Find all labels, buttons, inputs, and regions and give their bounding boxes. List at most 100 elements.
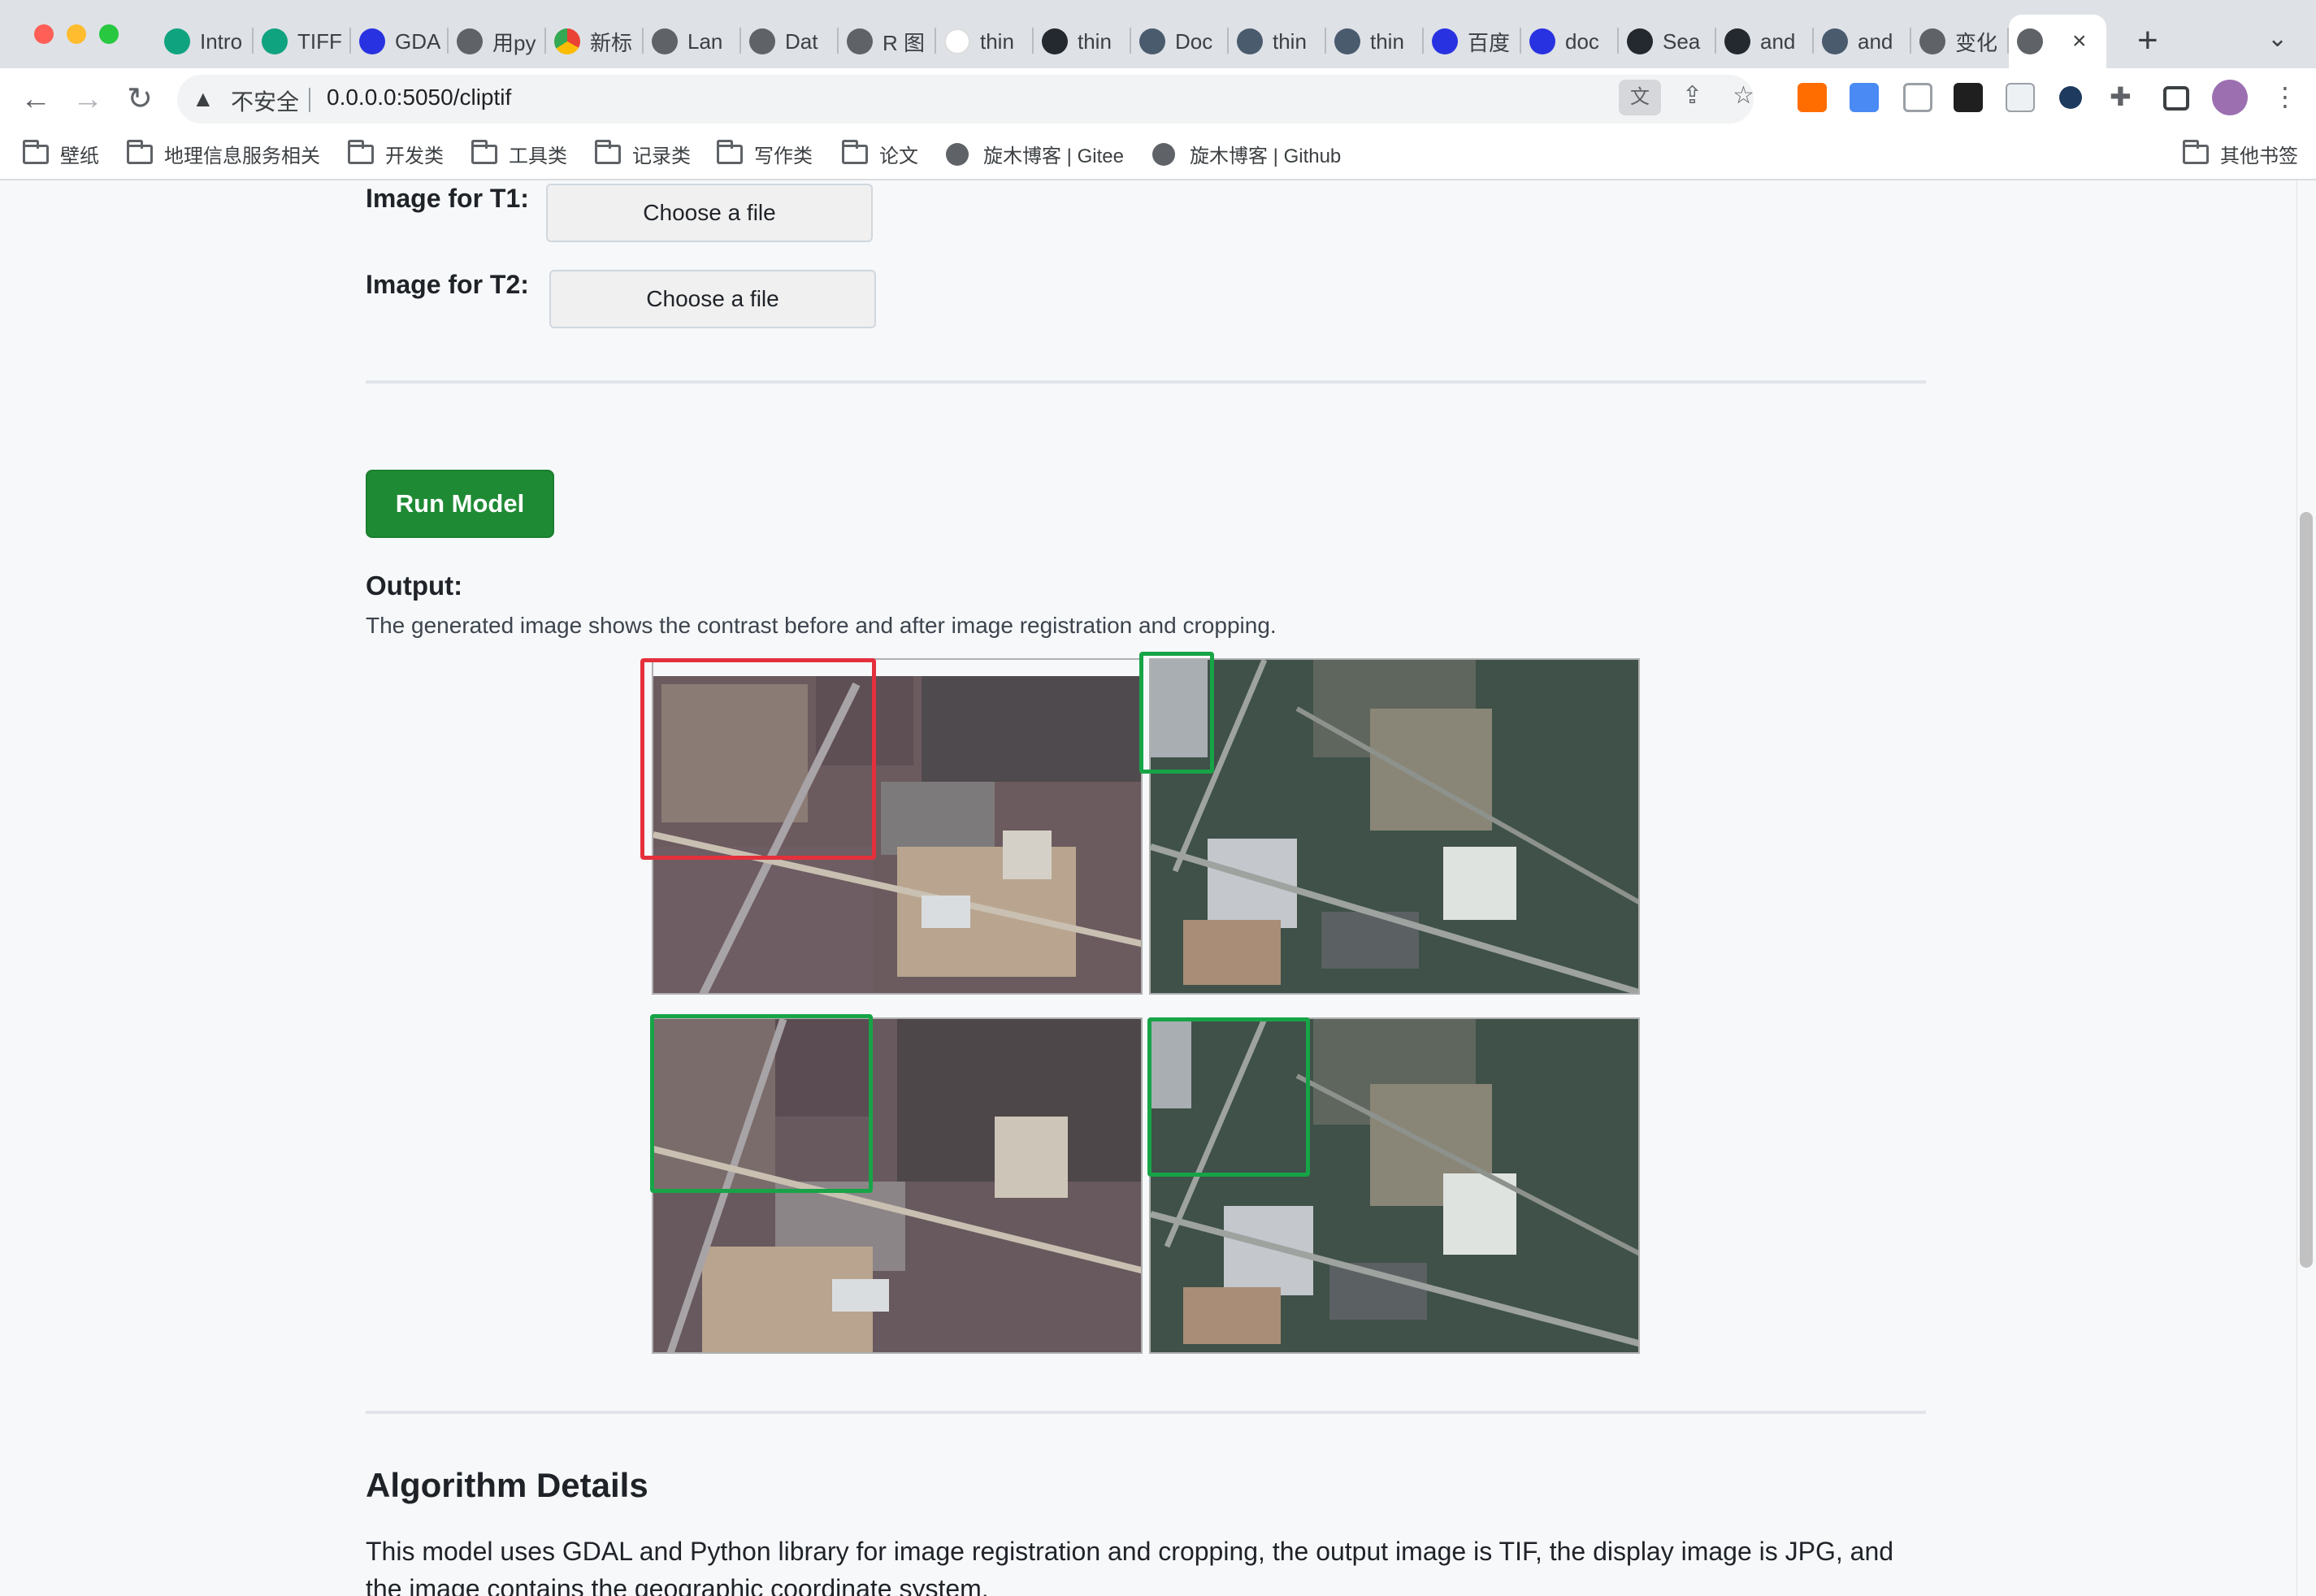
tab-title: thin: [1273, 28, 1307, 54]
close-window-button[interactable]: [34, 24, 54, 44]
browser-tab[interactable]: thin: [936, 15, 1034, 68]
docker-favicon-icon: [1822, 28, 1848, 54]
warning-icon: ▲: [192, 86, 215, 111]
tab-title: and: [1760, 28, 1796, 54]
bookmark-label: 工具类: [509, 145, 567, 167]
browser-tab[interactable]: 用py: [449, 15, 546, 68]
bookmark-item[interactable]: 论文: [842, 139, 918, 168]
browser-tab[interactable]: Sea: [1619, 15, 1716, 68]
globe-favicon-icon: [652, 28, 678, 54]
hexagon-extension-icon[interactable]: [2059, 86, 2082, 109]
security-status[interactable]: 不安全: [231, 85, 299, 117]
minimize-window-button[interactable]: [67, 24, 86, 44]
gh-favicon-icon: [1042, 28, 1068, 54]
run-model-button[interactable]: Run Model: [366, 470, 554, 538]
folder-icon: [2183, 139, 2209, 164]
browser-tab[interactable]: thin: [1326, 15, 1424, 68]
bookmark-star-icon[interactable]: ☆: [1733, 81, 1754, 110]
divider: [366, 380, 1926, 384]
tab-title: Sea: [1663, 28, 1701, 54]
profile-avatar[interactable]: [2212, 80, 2248, 115]
page-content: Image for T1: Choose a file Image for T2…: [0, 180, 2316, 1596]
bookmark-item[interactable]: 旋木博客 | Github: [1152, 140, 1341, 168]
browser-tab[interactable]: doc: [1521, 15, 1619, 68]
bookmark-label: 旋木博客 | Github: [1190, 145, 1342, 167]
notes-icon[interactable]: [2006, 83, 2035, 112]
tab-title: thin: [1078, 28, 1112, 54]
bookmark-item[interactable]: 记录类: [595, 139, 691, 168]
translate-icon[interactable]: 文: [1619, 80, 1661, 115]
bookmark-item[interactable]: 旋木博客 | Gitee: [946, 140, 1124, 168]
browser-tab[interactable]: GDAL: [351, 15, 449, 68]
tab-title: and: [1858, 28, 1893, 54]
browser-tab[interactable]: Doc: [1131, 15, 1229, 68]
reload-button[interactable]: ↻: [120, 80, 159, 119]
browser-tab[interactable]: thin: [1229, 15, 1326, 68]
docker-favicon-icon: [1334, 28, 1360, 54]
bookmark-label: 地理信息服务相关: [164, 145, 320, 167]
bookmark-label: 旋木博客 | Gitee: [983, 145, 1124, 167]
new-tab-button[interactable]: +: [2137, 20, 2158, 62]
browser-tab[interactable]: Intro: [156, 15, 254, 68]
satellite-texture: [1151, 660, 1638, 993]
extension-mask-icon[interactable]: [1954, 83, 1983, 112]
bookmark-label: 记录类: [632, 145, 691, 167]
menu-kebab-icon[interactable]: ⋮: [2272, 81, 2298, 112]
tab-title: Doc: [1175, 28, 1213, 54]
google-translate-icon[interactable]: [1850, 83, 1879, 112]
output-title: Output:: [366, 570, 463, 601]
maximize-window-button[interactable]: [99, 24, 119, 44]
browser-tab[interactable]: and: [1814, 15, 1911, 68]
t2-file-input[interactable]: Choose a file: [549, 270, 876, 328]
browser-tab[interactable]: 百度: [1424, 15, 1521, 68]
globe-favicon-icon: [457, 28, 483, 54]
divider: [366, 1411, 1926, 1414]
misaligned-region-box: [640, 658, 876, 860]
baidu-favicon-icon: [359, 28, 385, 54]
t1-label: Image for T1:: [366, 184, 529, 213]
browser-tab[interactable]: 新标: [546, 15, 644, 68]
browser-tab[interactable]: R 图: [839, 15, 936, 68]
other-bookmarks[interactable]: 其他书签: [2183, 139, 2298, 168]
extension-off-icon[interactable]: [1798, 83, 1827, 112]
close-tab-icon[interactable]: ×: [2072, 28, 2087, 55]
tab-title: 用py: [492, 30, 536, 55]
bookmark-item[interactable]: 开发类: [348, 139, 444, 168]
folder-icon: [23, 139, 49, 164]
back-button[interactable]: ←: [16, 80, 55, 119]
share-icon[interactable]: ⇪: [1682, 81, 1702, 110]
browser-tab[interactable]: TIFF: [254, 15, 351, 68]
baidu-favicon-icon: [1432, 28, 1458, 54]
tab-title: GDAL: [395, 28, 440, 54]
bookmarks-bar: 其他书签 壁纸 地理信息服务相关 开发类 工具类 记录类 写作类 论文 旋木博客 | Gite…: [0, 130, 2316, 180]
globe-icon: [946, 142, 969, 166]
tab-title: thin: [980, 28, 1014, 54]
browser-tab[interactable]: Lan: [644, 15, 741, 68]
browser-tab[interactable]: Dat: [741, 15, 839, 68]
bookmark-item[interactable]: 地理信息服务相关: [127, 139, 320, 168]
side-panel-icon[interactable]: [2163, 86, 2189, 111]
scrollbar-thumb[interactable]: [2300, 512, 2313, 1268]
globe-icon: [1152, 142, 1175, 166]
globe-favicon-icon: [749, 28, 775, 54]
browser-tab[interactable]: and: [1716, 15, 1814, 68]
bookmark-item[interactable]: 壁纸: [23, 139, 99, 168]
extensions-puzzle-icon[interactable]: ✚: [2110, 81, 2132, 112]
bookmark-item[interactable]: 写作类: [717, 139, 813, 168]
folder-icon: [348, 139, 374, 164]
algorithm-details-text: This model uses GDAL and Python library …: [366, 1537, 1894, 1596]
t1-file-input[interactable]: Choose a file: [546, 184, 873, 242]
url-text[interactable]: 0.0.0.0:5050/cliptif: [327, 85, 511, 111]
browser-tab[interactable]: thin: [1034, 15, 1131, 68]
active-browser-tab[interactable]: ×: [2009, 15, 2106, 68]
browser-tab-bar: Intro TIFF GDAL 用py 新标 Lan Dat R 图 thin thin Doc th…: [0, 0, 2316, 68]
tab-search-chevron-icon[interactable]: ⌄: [2267, 24, 2288, 53]
forward-button[interactable]: →: [68, 80, 107, 119]
browser-tab[interactable]: 变化: [1911, 15, 2009, 68]
bookmark-item[interactable]: 工具类: [471, 139, 567, 168]
baidu-favicon-icon: [1529, 28, 1555, 54]
browser-toolbar: ← → ↻ ▲ 不安全 0.0.0.0:5050/cliptif 文 ⇪ ☆ ✚…: [0, 68, 2316, 130]
document-icon[interactable]: [1903, 83, 1932, 112]
tab-title: Intro: [200, 28, 243, 54]
tab-title: thin: [1370, 28, 1404, 54]
